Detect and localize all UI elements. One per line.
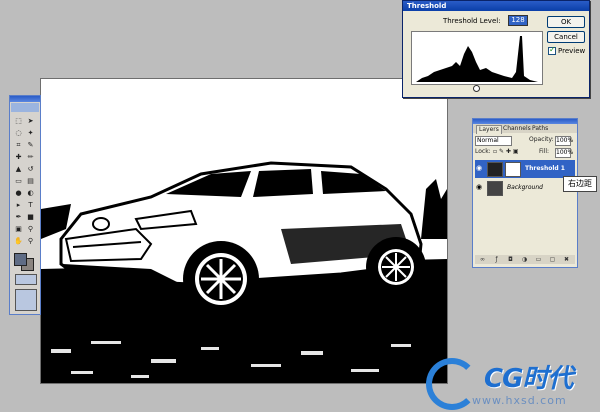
new-layer-icon[interactable]: ▢ [549,256,556,263]
layer-name: Threshold 1 [525,165,565,172]
layer-name: Background [507,184,543,191]
mask-thumbnail [505,162,521,177]
ok-button[interactable]: OK [547,16,585,28]
lock-icons[interactable]: ▫ ✎ ✚ ▣ [493,148,519,156]
clone-stamp-icon[interactable]: ▲ [13,164,24,174]
blur-tool-icon[interactable]: ● [13,188,24,198]
shape-tool-icon[interactable]: ■ [25,212,36,222]
watermark-url: www.hxsd.com [472,394,567,407]
foreground-color-swatch[interactable] [14,253,27,266]
threshold-car-image [41,79,447,383]
fill-input[interactable]: 100% [555,148,573,158]
move-tool-icon[interactable]: ➤ [25,116,36,126]
threshold-dialog: Threshold Threshold Level: 128 OK Cancel… [402,0,590,98]
pen-tool-icon[interactable]: ✒ [13,212,24,222]
adjustment-icon[interactable]: ◑ [521,256,528,263]
eyedropper-tool-icon[interactable]: ⚲ [25,224,36,234]
logo-icon [426,358,478,410]
layer-row-background[interactable]: ◉ Background 🔒 [475,179,575,197]
eye-icon[interactable]: ◉ [476,184,484,191]
screen-mode-button[interactable] [15,289,37,311]
fill-label: Fill: [539,148,550,155]
watermark-logo-text: CG时代 [484,364,573,394]
toolbox: ⬚ ➤ ◌ ✦ ⌗ ✎ ✚ ✏ ▲ ↺ ▭ ▤ ● ◐ ▸ T ✒ ■ ▣ ⚲ … [9,95,41,315]
lock-row: Lock: ▫ ✎ ✚ ▣ Fill: 100% [475,148,575,158]
opacity-input[interactable]: 100% [555,136,573,146]
layer-row-threshold[interactable]: ◉ Threshold 1 [475,160,575,178]
hand-tool-icon[interactable]: ✋ [13,236,24,246]
threshold-level-label: Threshold Level: [443,17,501,25]
magic-wand-tool-icon[interactable]: ✦ [25,128,36,138]
eraser-tool-icon[interactable]: ▭ [13,176,24,186]
blend-mode-select[interactable]: Normal [475,136,512,146]
preview-label: Preview [558,47,586,55]
dialog-title: Threshold [403,1,589,11]
quick-mask-mode-button[interactable] [15,274,37,285]
layers-panel: Layers Channels Paths Normal Opacity: 10… [472,118,578,268]
tab-paths[interactable]: Paths [530,125,550,133]
threshold-slider-handle[interactable] [473,85,480,92]
layers-panel-footer: ∞ ƒ ◘ ◑ ▭ ▢ ✖ [475,255,575,264]
histogram-graph [416,36,538,82]
healing-brush-icon[interactable]: ✚ [13,152,24,162]
eye-icon[interactable]: ◉ [476,165,484,172]
layer-thumbnail [487,181,503,196]
blend-row: Normal Opacity: 100% [475,136,575,146]
panel-tabs: Layers Channels Paths [473,124,577,134]
tab-channels[interactable]: Channels [501,125,533,133]
gradient-tool-icon[interactable]: ▤ [25,176,36,186]
slice-tool-icon[interactable]: ✎ [25,140,36,150]
checkmark-icon: ✓ [549,45,556,54]
document-canvas[interactable] [40,78,448,384]
lock-label: Lock: [475,148,491,155]
callout-label: 右边距 [563,176,597,192]
crop-tool-icon[interactable]: ⌗ [13,140,24,150]
histogram[interactable] [411,31,543,85]
layer-style-icon[interactable]: ƒ [493,256,500,263]
notes-tool-icon[interactable]: ▣ [13,224,24,234]
marquee-tool-icon[interactable]: ⬚ [13,116,24,126]
adjustment-thumbnail [487,162,503,177]
type-tool-icon[interactable]: T [25,200,36,210]
tab-layers[interactable]: Layers [476,125,502,134]
path-select-icon[interactable]: ▸ [13,200,24,210]
trash-icon[interactable]: ✖ [563,256,570,263]
history-brush-icon[interactable]: ↺ [25,164,36,174]
link-icon[interactable]: ∞ [479,256,486,263]
folder-icon[interactable]: ▭ [535,256,542,263]
opacity-label: Opacity: [529,136,554,143]
brush-tool-icon[interactable]: ✏ [25,152,36,162]
toolbox-logo [11,103,39,112]
cancel-button[interactable]: Cancel [547,31,585,43]
watermark: CG时代 www.hxsd.com [424,356,600,412]
threshold-level-input[interactable]: 128 [508,15,528,26]
toolbox-titlebar[interactable] [10,96,40,102]
dodge-tool-icon[interactable]: ◐ [25,188,36,198]
zoom-tool-icon[interactable]: ⚲ [25,236,36,246]
lasso-tool-icon[interactable]: ◌ [13,128,24,138]
mask-icon[interactable]: ◘ [507,256,514,263]
